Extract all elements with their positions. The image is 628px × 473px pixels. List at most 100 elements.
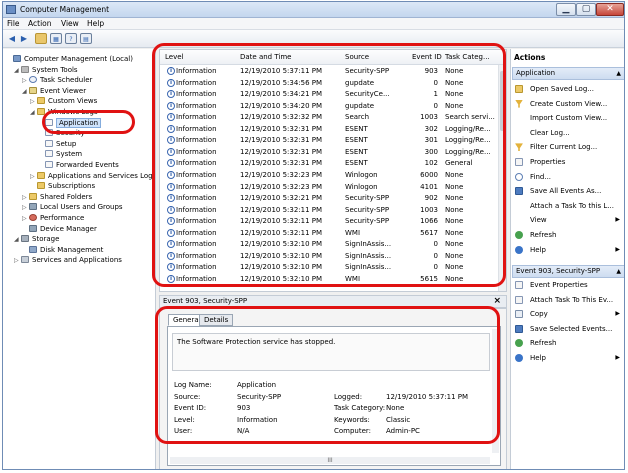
forward-arrow-icon[interactable]: ▶ [18,33,30,44]
close-icon[interactable]: × [493,296,501,307]
tree-node[interactable]: Device Manager [22,224,97,234]
action-item[interactable]: Copy ▶ [511,308,624,320]
event-row[interactable]: i Information 12/19/2010 5:32:11 PM Securit… [160,216,500,228]
event-row[interactable]: i Information 12/19/2010 5:32:31 PM ESENT 30… [160,124,500,136]
actions-section-event[interactable]: Event 903, Security-SPP ▲ [512,265,624,278]
show-hide-tree-icon[interactable]: ▦ [50,33,62,44]
column-task-category[interactable]: Task Categ... [445,53,490,61]
event-row[interactable]: i Information 12/19/2010 5:34:56 PM gupdate… [160,78,500,90]
action-item[interactable]: Attach a Task To this L... [511,200,624,212]
actions-section-application[interactable]: Application ▲ [512,67,624,80]
event-row[interactable]: i Information 12/19/2010 5:32:11 PM WMI 5617… [160,228,500,240]
tree-node[interactable]: ▷ Task Scheduler [22,75,92,85]
expander-icon[interactable]: ◢ [22,87,29,97]
menu-file[interactable]: File [7,19,20,28]
detail-vertical-scrollbar[interactable] [492,329,499,453]
action-item[interactable]: Filter Current Log... [511,141,624,153]
action-item[interactable]: Find... [511,171,624,183]
action-item[interactable]: Attach Task To This Ev... [511,294,624,306]
event-row[interactable]: i Information 12/19/2010 5:32:31 PM ESENT 30… [160,147,500,159]
event-row[interactable]: i Information 12/19/2010 5:32:32 PM Search 1… [160,112,500,124]
tree-node[interactable]: Disk Management [22,245,103,255]
event-row[interactable]: i Information 12/19/2010 5:34:20 PM gupdate… [160,101,500,113]
tree-node[interactable]: Computer Management (Local) [6,54,133,64]
expander-icon[interactable]: ◢ [30,108,37,118]
tree-node[interactable]: ▷ Local Users and Groups [22,202,123,212]
action-item[interactable]: Properties [511,156,624,168]
action-item[interactable]: Import Custom View... [511,112,624,124]
expander-icon[interactable]: ▷ [30,172,37,182]
event-row[interactable]: i Information 12/19/2010 5:32:10 PM SignInA… [160,262,500,274]
tree-node[interactable]: ◢ System Tools [14,65,78,75]
collapse-icon[interactable]: ▲ [616,266,621,277]
tree-node[interactable]: ▷ Services and Applications [14,255,122,265]
expander-icon[interactable]: ◢ [14,235,21,245]
action-item[interactable]: Event Properties [511,279,624,291]
action-item[interactable]: Save All Events As... [511,185,624,197]
action-item[interactable]: Create Custom View... [511,98,624,110]
event-row[interactable]: i Information 12/19/2010 5:34:21 PM Securit… [160,89,500,101]
event-row[interactable]: i Information 12/19/2010 5:32:21 PM Securit… [160,193,500,205]
menu-action[interactable]: Action [28,19,52,28]
expander-icon[interactable]: ▷ [22,76,29,86]
event-row[interactable]: i Information 12/19/2010 5:37:11 PM Securit… [160,66,500,78]
action-item[interactable]: Refresh [511,337,624,349]
show-hide-action-pane-icon[interactable]: ▤ [80,33,92,44]
minimize-button[interactable]: ▁ [556,3,576,16]
event-row[interactable]: i Information 12/19/2010 5:32:10 PM SignInA… [160,251,500,263]
event-cell: Information [176,159,217,168]
event-row[interactable]: i Information 12/19/2010 5:32:10 PM WMI 5615… [160,274,500,286]
detail-horizontal-scrollbar[interactable]: III [170,457,490,464]
expander-icon[interactable]: ▷ [22,203,29,213]
tree-node[interactable]: Subscriptions [30,181,95,191]
event-row[interactable]: i Information 12/19/2010 5:32:23 PM Winlogo… [160,182,500,194]
action-item[interactable]: Refresh [511,229,624,241]
tab-details[interactable]: Details [199,314,234,326]
event-list-scrollbar[interactable] [498,65,506,291]
tree-node-label: Application [56,117,102,128]
expander-icon[interactable]: ▷ [14,256,21,266]
event-row[interactable]: i Information 12/19/2010 5:32:11 PM Securit… [160,205,500,217]
tree-node[interactable]: ▷ Shared Folders [22,192,92,202]
tree-node[interactable]: ◢ Storage [14,234,59,244]
event-cell: Information [176,170,217,179]
up-folder-icon[interactable] [35,33,47,44]
tree-node[interactable]: Application [38,117,102,128]
close-window-button[interactable]: ✕ [596,3,624,16]
action-item[interactable]: View ▶ [511,214,624,226]
action-item[interactable]: Help ▶ [511,244,624,256]
action-item[interactable]: Clear Log... [511,127,624,139]
action-item[interactable]: Help ▶ [511,352,624,364]
tree-node[interactable]: ◢ Windows Logs [30,107,98,117]
maximize-button[interactable]: ▢ [576,3,596,16]
collapse-icon[interactable]: ▲ [616,68,621,79]
expander-icon[interactable]: ▷ [30,97,37,107]
action-item[interactable]: Open Saved Log... [511,83,624,95]
menu-help[interactable]: Help [87,19,104,28]
expander-icon[interactable]: ◢ [14,66,21,76]
tree-node[interactable]: ◢ Event Viewer [22,86,86,96]
event-cell: Information [176,217,217,226]
event-row[interactable]: i Information 12/19/2010 5:32:23 PM Winlogo… [160,170,500,182]
event-row[interactable]: i Information 12/19/2010 5:32:10 PM SignInA… [160,239,500,251]
menu-view[interactable]: View [61,19,79,28]
expander-icon[interactable]: ▷ [22,193,29,203]
column-event-id[interactable]: Event ID [412,53,442,61]
tree-node[interactable]: ▷ Performance [22,213,84,223]
expander-icon[interactable]: ▷ [22,214,29,224]
column-level[interactable]: Level [165,53,183,61]
tree-node[interactable]: Setup [38,139,76,149]
back-arrow-icon[interactable]: ◀ [6,33,18,44]
scrollbar-thumb[interactable] [500,71,506,131]
action-item[interactable]: Save Selected Events... [511,323,624,335]
help-icon[interactable]: ? [65,33,77,44]
event-row[interactable]: i Information 12/19/2010 5:32:31 PM ESENT 10… [160,158,500,170]
column-source[interactable]: Source [345,53,369,61]
tree-node[interactable]: System [38,149,82,159]
column-date-time[interactable]: Date and Time [240,53,291,61]
tree-node[interactable]: Forwarded Events [38,160,119,170]
tree-node[interactable]: ▷ Applications and Services Log [30,171,153,181]
tree-node[interactable]: Security [38,128,85,138]
tree-node[interactable]: ▷ Custom Views [30,96,97,106]
event-row[interactable]: i Information 12/19/2010 5:32:31 PM ESENT 30… [160,135,500,147]
